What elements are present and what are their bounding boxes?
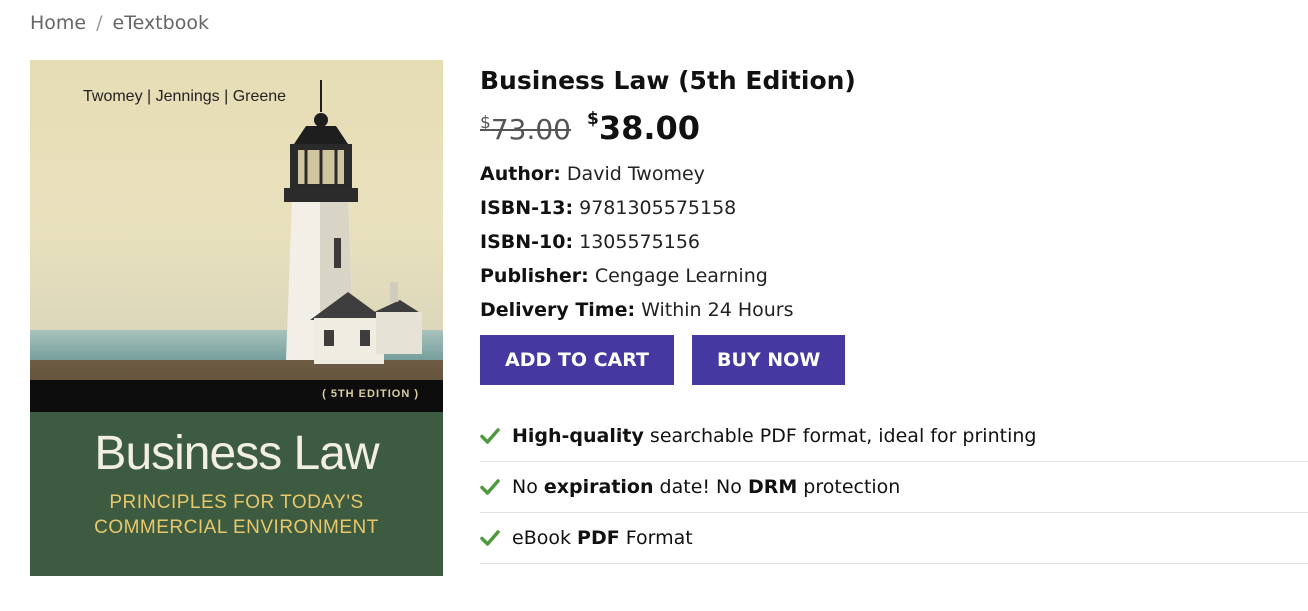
- detail-author: Author: David Twomey: [480, 157, 1308, 191]
- feature-item: High-quality searchable PDF format, idea…: [480, 411, 1308, 462]
- feature-list: High-quality searchable PDF format, idea…: [480, 411, 1308, 564]
- currency-symbol: $: [480, 113, 491, 133]
- breadcrumb: Home / eTextbook: [30, 12, 209, 34]
- feature-item: eBook PDF Format: [480, 513, 1308, 564]
- feature-rest: searchable PDF format, ideal for printin…: [643, 425, 1037, 447]
- feature-bold: High-quality: [512, 425, 644, 447]
- detail-label: ISBN-13:: [480, 197, 574, 219]
- detail-value: Cengage Learning: [594, 265, 768, 287]
- detail-delivery-time: Delivery Time: Within 24 Hours: [480, 293, 1308, 327]
- original-price: $73.00: [480, 113, 571, 146]
- detail-label: ISBN-10:: [480, 231, 574, 253]
- purchase-buttons: ADD TO CART BUY NOW: [480, 335, 1308, 385]
- product-details: Author: David Twomey ISBN-13: 9781305575…: [480, 157, 1308, 327]
- check-icon: [480, 530, 500, 546]
- book-cover-image[interactable]: Twomey | Jennings | Greene ( 5TH EDITION…: [30, 60, 443, 576]
- feature-bold: PDF: [577, 527, 620, 549]
- check-icon: [480, 479, 500, 495]
- feature-item: No expiration date! No DRM protection: [480, 462, 1308, 513]
- feature-rest: Format: [619, 527, 693, 549]
- check-icon: [480, 428, 500, 444]
- detail-value: 9781305575158: [579, 197, 737, 219]
- feature-bold: expiration: [543, 476, 654, 498]
- detail-label: Publisher:: [480, 265, 589, 287]
- breadcrumb-home-link[interactable]: Home: [30, 12, 86, 34]
- detail-label: Delivery Time:: [480, 299, 636, 321]
- detail-isbn13: ISBN-13: 9781305575158: [480, 191, 1308, 225]
- cover-subtitle: PRINCIPLES FOR TODAY'S COMMERCIAL ENVIRO…: [30, 490, 443, 540]
- feature-mid: date! No: [653, 476, 748, 498]
- detail-publisher: Publisher: Cengage Learning: [480, 259, 1308, 293]
- price-block: $73.00 $38.00: [480, 109, 1308, 153]
- cover-title: Business Law: [94, 427, 379, 480]
- detail-value: David Twomey: [566, 163, 705, 185]
- detail-value: 1305575156: [579, 231, 700, 253]
- feature-text: High-quality searchable PDF format, idea…: [512, 425, 1036, 447]
- feature-bold: DRM: [747, 476, 798, 498]
- detail-isbn10: ISBN-10: 1305575156: [480, 225, 1308, 259]
- detail-label: Author:: [480, 163, 561, 185]
- feature-pre: No: [512, 476, 544, 498]
- cover-edition: ( 5TH EDITION ): [322, 388, 419, 400]
- breadcrumb-current-link[interactable]: eTextbook: [113, 12, 209, 34]
- currency-symbol: $: [587, 109, 599, 129]
- cover-subtitle-line2: COMMERCIAL ENVIRONMENT: [94, 517, 379, 538]
- add-to-cart-button[interactable]: ADD TO CART: [480, 335, 674, 385]
- feature-text: No expiration date! No DRM protection: [512, 476, 900, 498]
- sale-price: $38.00: [587, 109, 700, 147]
- buy-now-button[interactable]: BUY NOW: [691, 335, 846, 385]
- detail-value: Within 24 Hours: [641, 299, 794, 321]
- breadcrumb-separator: /: [96, 12, 103, 34]
- product-title: Business Law (5th Edition): [480, 66, 856, 95]
- cover-subtitle-line1: PRINCIPLES FOR TODAY'S: [109, 492, 364, 513]
- cover-authors: Twomey | Jennings | Greene: [83, 88, 287, 105]
- sale-price-value: 38.00: [598, 109, 701, 147]
- original-price-value: 73.00: [490, 113, 571, 146]
- product-info: Business Law (5th Edition) $73.00 $38.00…: [480, 66, 1308, 564]
- feature-rest: protection: [797, 476, 901, 498]
- feature-pre: eBook: [512, 527, 578, 549]
- feature-text: eBook PDF Format: [512, 527, 693, 549]
